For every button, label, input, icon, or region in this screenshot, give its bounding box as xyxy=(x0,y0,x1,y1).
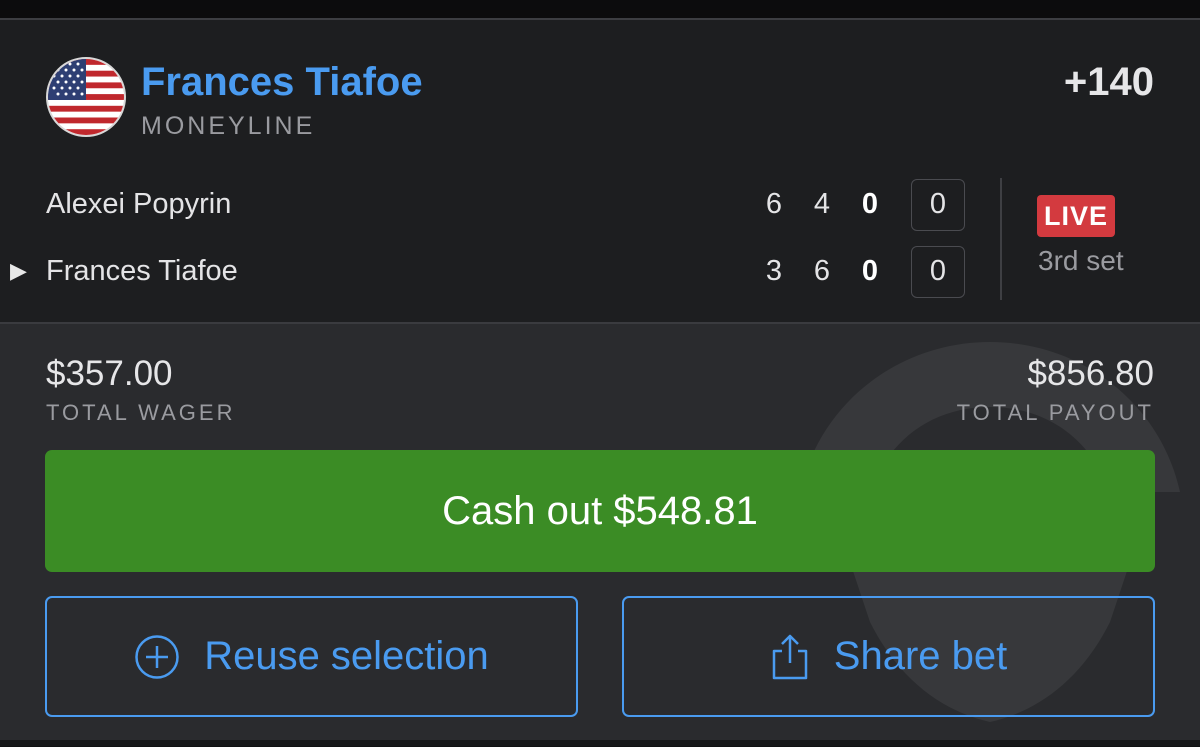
serving-indicator-icon: ▶ xyxy=(10,258,27,283)
odds-value: +140 xyxy=(1063,60,1154,104)
bottom-bar xyxy=(0,740,1200,746)
usa-flag-icon xyxy=(46,57,126,137)
cash-out-button[interactable]: Cash out $548.81 xyxy=(45,450,1155,572)
current-period: 3rd set xyxy=(1038,245,1124,276)
current-set-score: 0 xyxy=(861,188,879,220)
reuse-selection-label: Reuse selection xyxy=(204,634,489,678)
player-name: Frances Tiafoe xyxy=(46,255,238,287)
total-payout-label: TOTAL PAYOUT xyxy=(956,400,1154,425)
divider xyxy=(1000,178,1002,300)
set-score: 3 xyxy=(765,255,783,287)
selection-name[interactable]: Frances Tiafoe xyxy=(141,60,423,105)
set-score: 6 xyxy=(813,255,831,287)
bet-card: Frances Tiafoe MONEYLINE +140 Alexei Pop… xyxy=(0,18,1200,742)
share-icon xyxy=(770,633,810,681)
total-payout-amount: $856.80 xyxy=(1027,354,1154,393)
set-score: 6 xyxy=(765,188,783,220)
top-bar xyxy=(0,0,1200,18)
bet-header: Frances Tiafoe MONEYLINE +140 Alexei Pop… xyxy=(0,20,1200,324)
market-type: MONEYLINE xyxy=(141,112,316,140)
player-name: Alexei Popyrin xyxy=(46,188,232,220)
total-wager-label: TOTAL WAGER xyxy=(46,400,236,425)
share-bet-label: Share bet xyxy=(833,634,1008,678)
reuse-selection-button[interactable]: Reuse selection xyxy=(45,596,578,717)
game-score: 0 xyxy=(911,246,965,298)
set-score: 4 xyxy=(813,188,831,220)
current-set-score: 0 xyxy=(861,255,879,287)
share-bet-button[interactable]: Share bet xyxy=(622,596,1155,717)
game-score: 0 xyxy=(911,179,965,231)
plus-circle-icon xyxy=(134,634,180,680)
total-wager-amount: $357.00 xyxy=(46,354,173,393)
live-badge: LIVE xyxy=(1037,195,1115,237)
